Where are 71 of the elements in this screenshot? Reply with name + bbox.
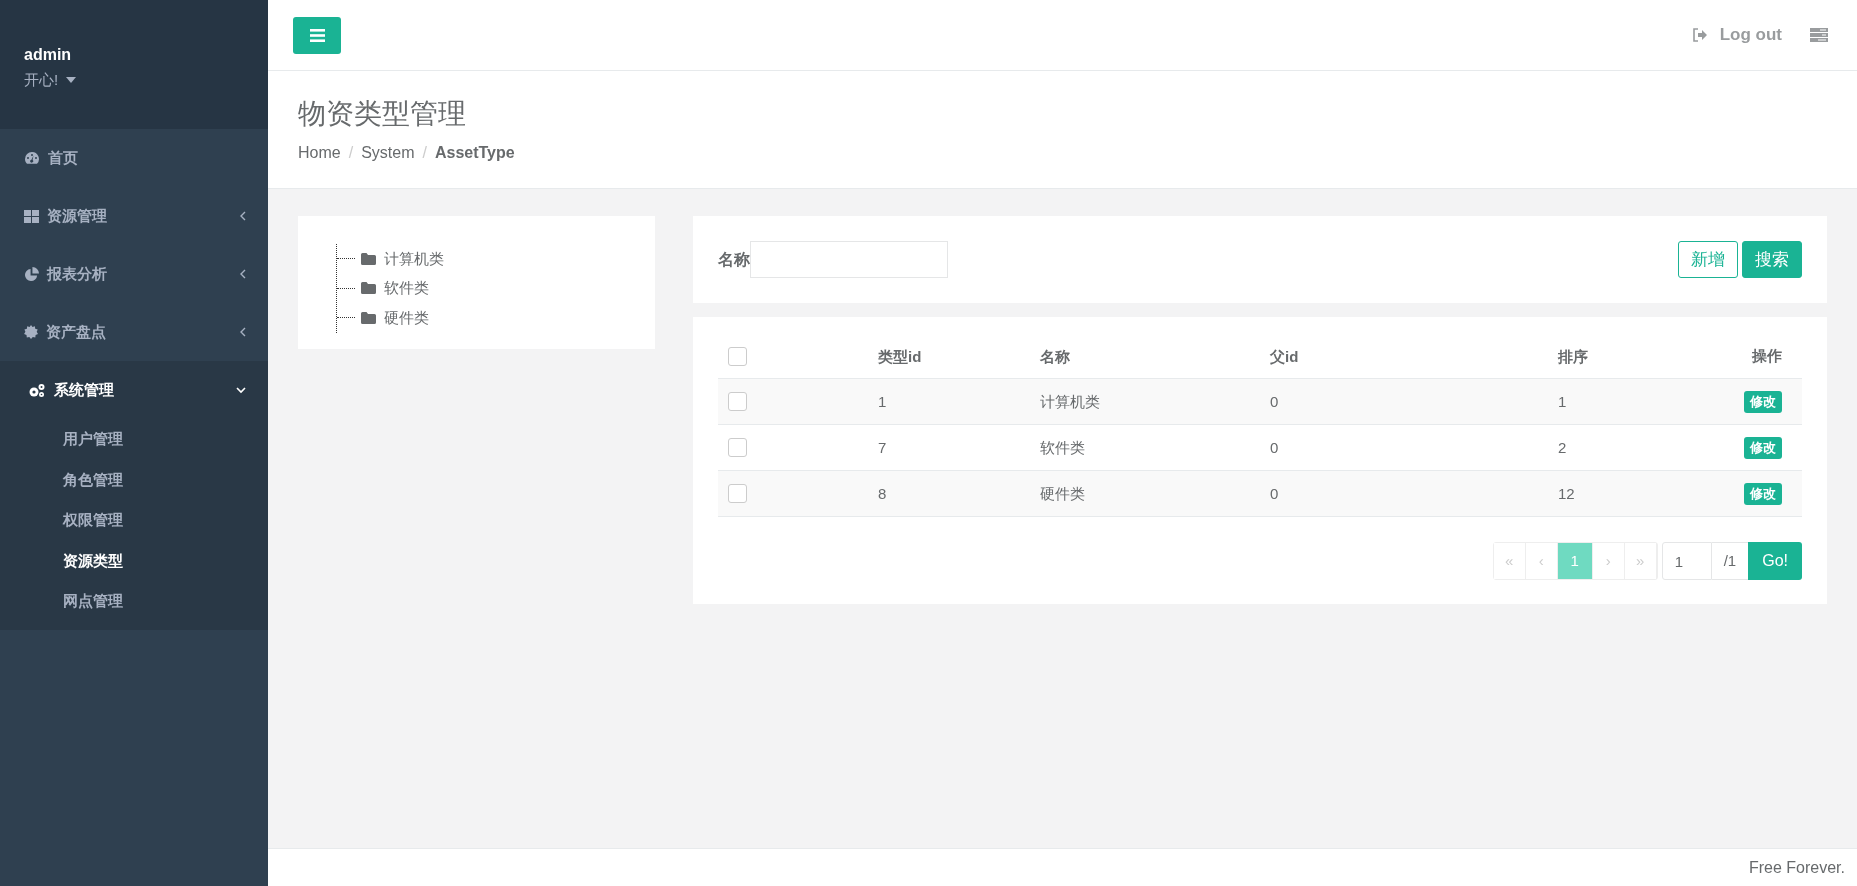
submenu-item[interactable]: 权限管理 xyxy=(4,500,268,541)
badge-icon xyxy=(24,325,38,339)
submenu-item[interactable]: 角色管理 xyxy=(4,459,268,500)
menu-toggle-button[interactable] xyxy=(293,16,341,54)
edit-button[interactable]: 修改 xyxy=(1744,390,1782,413)
folder-icon xyxy=(361,311,376,324)
row-checkbox[interactable] xyxy=(728,392,747,411)
gauge-icon xyxy=(24,151,40,165)
tree-node[interactable]: 软件类 xyxy=(361,277,429,300)
table-cell: 7 xyxy=(878,438,887,456)
edit-button[interactable]: 修改 xyxy=(1744,482,1782,505)
menu-item[interactable]: 首页 xyxy=(0,129,268,187)
menu-item[interactable]: 系统管理 xyxy=(4,361,268,419)
page-title: 物资类型管理 xyxy=(298,97,467,131)
folder-icon xyxy=(361,282,376,295)
server-icon xyxy=(1810,28,1828,42)
footer-text: Free Forever. xyxy=(1748,857,1845,878)
page-input-field[interactable]: 1 xyxy=(1661,542,1712,580)
breadcrumb-link[interactable]: Home xyxy=(298,141,341,165)
column-header: 名称 xyxy=(1040,347,1070,365)
grid-icon xyxy=(24,209,39,223)
user-name: admin xyxy=(24,45,73,65)
tree-node[interactable]: 硬件类 xyxy=(361,306,429,329)
chevron-down-icon xyxy=(236,386,246,394)
pie-chart-icon xyxy=(24,266,39,282)
sign-out-icon xyxy=(1691,28,1708,42)
user-mood[interactable]: 开心! xyxy=(24,69,59,92)
folder-icon xyxy=(361,252,376,265)
column-header: 操作 xyxy=(1752,346,1782,367)
column-header: 排序 xyxy=(1558,347,1588,365)
chevron-left-icon xyxy=(239,327,246,337)
table-cell: 12 xyxy=(1558,484,1575,502)
table-cell: 8 xyxy=(878,484,887,502)
table-cell: 0 xyxy=(1270,392,1279,410)
table-cell: 0 xyxy=(1270,438,1279,456)
table-cell: 计算机类 xyxy=(1040,392,1100,410)
column-header: 类型id xyxy=(878,347,922,365)
table-cell: 1 xyxy=(1558,392,1567,410)
column-header: 父id xyxy=(1270,347,1299,365)
submenu-item[interactable]: 资源类型 xyxy=(4,540,268,581)
chevron-left-icon xyxy=(239,269,246,279)
submenu-item[interactable]: 用户管理 xyxy=(4,419,268,460)
gears-icon xyxy=(28,382,46,398)
menu-icon xyxy=(309,28,325,42)
breadcrumb-link[interactable]: AssetType xyxy=(434,141,515,165)
table-cell: 0 xyxy=(1270,484,1279,502)
select-all-checkbox[interactable] xyxy=(728,347,747,366)
row-checkbox[interactable] xyxy=(728,438,747,457)
table-cell: 1 xyxy=(878,392,887,410)
breadcrumb-link[interactable]: System xyxy=(361,141,415,165)
tasks-button[interactable] xyxy=(1810,28,1828,42)
name-input-field[interactable] xyxy=(750,241,948,278)
table-cell: 2 xyxy=(1558,438,1567,456)
submenu-item[interactable]: 网点管理 xyxy=(4,581,268,622)
menu-item[interactable]: 报表分析 xyxy=(0,245,268,303)
name-label: 名称 xyxy=(718,249,750,270)
go-button[interactable]: Go! xyxy=(1748,542,1802,580)
search-button[interactable]: 搜索 xyxy=(1742,241,1802,278)
add-button[interactable]: 新增 xyxy=(1678,241,1738,278)
row-checkbox[interactable] xyxy=(728,484,747,503)
edit-button[interactable]: 修改 xyxy=(1744,436,1782,459)
caret-icon xyxy=(66,77,77,84)
table-cell: 软件类 xyxy=(1040,438,1085,456)
table-cell: 硬件类 xyxy=(1040,484,1085,502)
logout-link[interactable]: Log out xyxy=(1691,22,1782,48)
tree-node[interactable]: 计算机类 xyxy=(361,247,444,270)
menu-item[interactable]: 资源管理 xyxy=(0,187,268,245)
chevron-left-icon xyxy=(239,211,246,221)
menu-item[interactable]: 资产盘点 xyxy=(0,303,268,361)
breadcrumb-separator: / xyxy=(421,143,428,163)
breadcrumb-separator: / xyxy=(347,143,355,163)
